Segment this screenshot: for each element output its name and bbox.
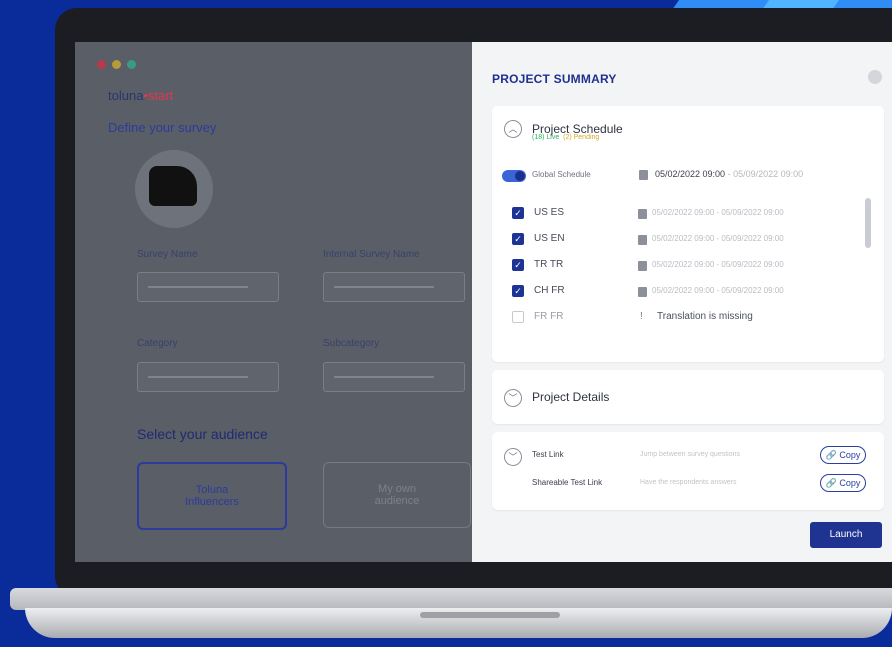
calendar-icon: [638, 235, 647, 245]
global-start-date: 05/02/2022 09:00: [655, 169, 726, 179]
row-label: FR FR: [534, 311, 564, 322]
audience-option-label: My own audience: [374, 483, 420, 507]
camera-icon: [149, 166, 197, 206]
survey-builder-app: toluna•start Define your survey Survey N…: [75, 42, 475, 562]
survey-name-input[interactable]: [137, 272, 279, 302]
global-end-date: - 05/09/2022 09:00: [727, 169, 804, 179]
live-count: (18) Live: [532, 134, 560, 141]
test-link-value: Jump between survey questions: [640, 451, 740, 458]
project-schedule-card: ︿ Project Schedule (18) Live (2) Pending…: [492, 106, 884, 362]
panel-title: PROJECT SUMMARY: [492, 72, 617, 86]
chevron-down-icon[interactable]: ﹀: [504, 448, 522, 466]
shareable-test-link-label: Shareable Test Link: [532, 478, 603, 487]
schedule-row: ✓ US EN 05/02/2022 09:00 - 05/09/2022 09…: [512, 230, 862, 250]
laptop-screen: toluna•start Define your survey Survey N…: [75, 42, 892, 562]
chevron-up-icon[interactable]: ︿: [504, 120, 522, 138]
close-icon[interactable]: [868, 70, 882, 84]
chevron-down-icon[interactable]: ﹀: [504, 389, 522, 407]
audience-option-own[interactable]: My own audience: [323, 462, 471, 528]
window-controls: [97, 60, 136, 69]
internal-survey-name-input[interactable]: [323, 272, 465, 302]
row-checkbox[interactable]: ✓: [512, 233, 524, 245]
shareable-test-link-value: Have the respondents answers: [640, 479, 737, 486]
launch-button[interactable]: Launch: [810, 522, 882, 548]
info-icon: !: [640, 311, 643, 322]
maximize-dot[interactable]: [127, 60, 136, 69]
global-schedule-dates[interactable]: 05/02/2022 09:00 - 05/09/2022 09:00: [655, 169, 803, 179]
survey-name-label: Survey Name: [137, 249, 198, 260]
laptop-base: [0, 588, 892, 647]
copy-test-link-button[interactable]: 🔗 Copy: [820, 446, 866, 464]
row-checkbox[interactable]: ✓: [512, 285, 524, 297]
row-checkbox[interactable]: ✓: [512, 207, 524, 219]
row-checkbox[interactable]: [512, 311, 524, 323]
row-dates[interactable]: 05/02/2022 09:00 - 05/09/2022 09:00: [652, 234, 784, 243]
laptop-opening-notch: [420, 612, 560, 618]
row-checkbox[interactable]: ✓: [512, 259, 524, 271]
laptop-hinge: [10, 588, 892, 610]
select-audience-title: Select your audience: [137, 426, 268, 442]
close-dot[interactable]: [97, 60, 106, 69]
subcategory-select[interactable]: [323, 362, 465, 392]
subcategory-label: Subcategory: [323, 338, 380, 349]
survey-image[interactable]: [135, 150, 213, 228]
calendar-icon: [639, 170, 648, 180]
test-link-label: Test Link: [532, 450, 564, 459]
row-label: US ES: [534, 207, 565, 218]
schedule-row: FR FR ! Translation is missing: [512, 308, 862, 328]
row-dates[interactable]: 05/02/2022 09:00 - 05/09/2022 09:00: [652, 260, 784, 269]
schedule-legend: (18) Live (2) Pending: [532, 134, 599, 141]
global-schedule-label: Global Schedule: [532, 170, 591, 179]
schedule-row: ✓ TR TR 05/02/2022 09:00 - 05/09/2022 09…: [512, 256, 862, 276]
row-dates[interactable]: 05/02/2022 09:00 - 05/09/2022 09:00: [652, 208, 784, 217]
test-links-card: ﹀ Test Link Jump between survey question…: [492, 432, 884, 510]
calendar-icon: [638, 287, 647, 297]
schedule-row: ✓ US ES 05/02/2022 09:00 - 05/09/2022 09…: [512, 204, 862, 224]
audience-option-label: Toluna Influencers: [185, 484, 239, 508]
project-details-title: Project Details: [532, 390, 610, 404]
define-survey-title: Define your survey: [108, 120, 217, 135]
minimize-dot[interactable]: [112, 60, 121, 69]
scrollbar[interactable]: [865, 198, 871, 248]
schedule-row: ✓ CH FR 05/02/2022 09:00 - 05/09/2022 09…: [512, 282, 862, 302]
copy-shareable-link-button[interactable]: 🔗 Copy: [820, 474, 866, 492]
row-dates[interactable]: 05/02/2022 09:00 - 05/09/2022 09:00: [652, 286, 784, 295]
internal-survey-name-label: Internal Survey Name: [323, 249, 420, 260]
row-label: US EN: [534, 233, 565, 244]
category-label: Category: [137, 338, 178, 349]
category-select[interactable]: [137, 362, 279, 392]
row-label: CH FR: [534, 285, 565, 296]
row-label: TR TR: [534, 259, 564, 270]
calendar-icon: [638, 209, 647, 219]
project-summary-panel: PROJECT SUMMARY ︿ Project Schedule (18) …: [472, 42, 892, 562]
pending-count: (2) Pending: [563, 134, 600, 141]
project-details-card[interactable]: ﹀ Project Details: [492, 370, 884, 424]
toluna-start-logo: toluna•start: [108, 88, 174, 103]
translation-warning: Translation is missing: [657, 311, 753, 322]
global-schedule-toggle[interactable]: [502, 170, 526, 182]
audience-option-toluna[interactable]: Toluna Influencers: [137, 462, 287, 530]
calendar-icon: [638, 261, 647, 271]
